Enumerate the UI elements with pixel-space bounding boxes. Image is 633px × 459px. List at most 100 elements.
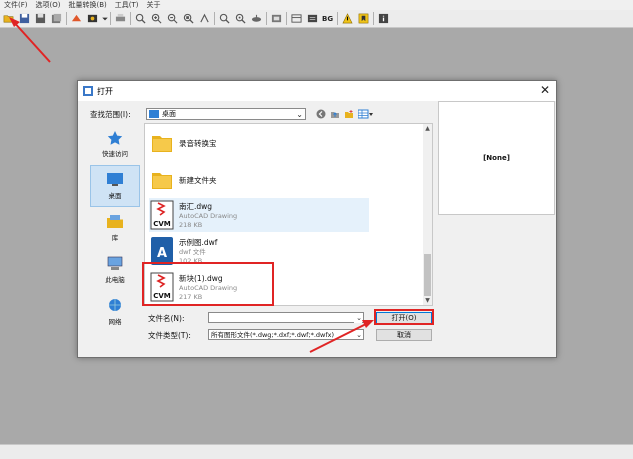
layers-icon[interactable] xyxy=(270,13,282,25)
place-network[interactable]: 网络 xyxy=(90,291,140,333)
scroll-down-icon[interactable]: ▼ xyxy=(423,296,432,305)
filename-label: 文件名(N): xyxy=(148,314,185,323)
zoom-in-icon[interactable] xyxy=(150,13,162,25)
file-name: 示例图.dwf xyxy=(179,237,218,247)
desktop-icon xyxy=(107,173,123,186)
place-libraries[interactable]: 库 xyxy=(90,207,140,249)
desktop-icon xyxy=(149,110,159,118)
cancel-button[interactable]: 取消 xyxy=(376,329,432,341)
toolbar-separator xyxy=(373,12,375,25)
app-icon xyxy=(83,86,93,96)
info-icon[interactable] xyxy=(377,13,389,25)
scroll-thumb[interactable] xyxy=(424,254,431,296)
vertical-scrollbar[interactable]: ▲ ▼ xyxy=(423,124,432,305)
menu-options[interactable]: 选项(O) xyxy=(32,0,65,10)
status-bar xyxy=(0,444,633,459)
toolbar-separator xyxy=(266,12,267,25)
star-icon xyxy=(107,131,123,145)
look-in-row: 查找范围(I): 桌面 ⌄ xyxy=(90,108,378,120)
close-icon[interactable]: ✕ xyxy=(540,84,550,96)
place-this-pc[interactable]: 此电脑 xyxy=(90,249,140,291)
open-file-dialog: 打开 ✕ 查找范围(I): 桌面 ⌄ 快速访问 桌面 库 此电脑 网络 录音转换… xyxy=(77,80,557,358)
look-in-combo[interactable]: 桌面 ⌄ xyxy=(146,108,306,120)
preview-pane: [None] xyxy=(438,101,555,215)
list-item[interactable]: CVM 南汇.dwg AutoCAD Drawing 218 KB xyxy=(149,198,369,232)
file-name: 新建文件夹 xyxy=(179,175,217,185)
warning-icon[interactable] xyxy=(341,13,353,25)
place-label: 桌面 xyxy=(108,192,122,200)
export-icon[interactable] xyxy=(50,13,62,25)
chevron-down-icon[interactable]: ⌄ xyxy=(354,313,362,323)
menu-batch-convert[interactable]: 批量转换(B) xyxy=(64,0,110,10)
chevron-down-icon[interactable]: ⌄ xyxy=(354,330,362,339)
chevron-down-icon: ⌄ xyxy=(296,110,303,119)
file-name: 录音转换宝 xyxy=(179,138,217,148)
pan-icon[interactable] xyxy=(198,13,210,25)
toolbar-separator xyxy=(66,12,67,25)
folder-icon xyxy=(152,173,172,189)
computer-icon xyxy=(107,256,123,270)
filetype-value: 所有图形文件(*.dwg;*.dxf;*.dwf;*.dwfx) xyxy=(211,331,335,339)
filetype-select[interactable]: 所有图形文件(*.dwg;*.dxf;*.dwf;*.dwfx) ⌄ xyxy=(208,329,364,340)
save-icon[interactable] xyxy=(18,13,30,25)
bookmark-icon[interactable] xyxy=(357,13,369,25)
dialog-title-bar: 打开 ✕ xyxy=(78,81,556,101)
rotate-icon[interactable] xyxy=(250,13,262,25)
back-icon[interactable] xyxy=(316,109,326,119)
menu-tools[interactable]: 工具(T) xyxy=(111,0,143,10)
up-folder-icon[interactable] xyxy=(330,109,340,119)
file-size: 218 KB xyxy=(179,220,203,229)
list-item[interactable]: 新建文件夹 xyxy=(149,163,369,197)
toolbar-separator xyxy=(337,12,339,25)
place-label: 网络 xyxy=(108,318,122,326)
toolbar: BG xyxy=(0,10,633,28)
convert-icon[interactable] xyxy=(70,13,82,25)
batch-icon[interactable] xyxy=(86,13,98,25)
place-quick-access[interactable]: 快速访问 xyxy=(90,123,140,165)
toolbar-separator xyxy=(130,12,131,25)
place-desktop[interactable]: 桌面 xyxy=(90,165,140,207)
annotation-box-open xyxy=(374,309,434,325)
filetype-label: 文件类型(T): xyxy=(148,331,191,340)
toolbar-separator xyxy=(286,12,287,25)
place-label: 库 xyxy=(111,234,119,242)
file-name: 南汇.dwg xyxy=(179,201,213,211)
library-icon xyxy=(107,215,123,228)
folder-icon xyxy=(152,136,172,152)
place-label: 快速访问 xyxy=(102,150,128,158)
open-folder-icon[interactable] xyxy=(2,13,14,25)
scroll-up-icon[interactable]: ▲ xyxy=(423,124,432,133)
menu-file[interactable]: 文件(F) xyxy=(0,0,32,10)
save-as-icon[interactable] xyxy=(34,13,46,25)
network-icon xyxy=(109,299,121,311)
zoom-previous-icon[interactable] xyxy=(218,13,230,25)
places-bar: 快速访问 桌面 库 此电脑 网络 xyxy=(90,123,140,326)
background-color-button[interactable]: BG xyxy=(322,15,333,23)
dwg-file-icon: CVM xyxy=(150,200,174,230)
zoom-out-icon[interactable] xyxy=(166,13,178,25)
view-menu-icon[interactable] xyxy=(358,109,374,119)
nav-toolbar xyxy=(316,109,378,119)
menu-bar: 文件(F) 选项(O) 批量转换(B) 工具(T) 关于 xyxy=(0,0,633,10)
toolbar-separator xyxy=(110,12,111,25)
file-type: dwf 文件 xyxy=(179,247,206,256)
dropdown-arrow-icon[interactable] xyxy=(102,13,108,25)
display-mode-icon[interactable] xyxy=(306,13,318,25)
place-label: 此电脑 xyxy=(105,276,125,284)
list-item[interactable]: 录音转换宝 xyxy=(149,126,369,160)
toolbar-separator xyxy=(214,12,215,25)
preview-text: [None] xyxy=(483,154,510,162)
filename-input[interactable]: ⌄ xyxy=(208,312,364,323)
menu-about[interactable]: 关于 xyxy=(143,0,165,10)
look-in-label: 查找范围(I): xyxy=(90,109,131,119)
zoom-extents-icon[interactable] xyxy=(182,13,194,25)
new-folder-icon[interactable] xyxy=(344,109,354,119)
layouts-icon[interactable] xyxy=(290,13,302,25)
look-in-value: 桌面 xyxy=(162,110,176,118)
file-type: AutoCAD Drawing xyxy=(179,211,238,220)
print-icon[interactable] xyxy=(114,13,126,25)
zoom-window-icon[interactable] xyxy=(134,13,146,25)
annotation-box-file xyxy=(142,262,274,306)
zoom-realtime-icon[interactable] xyxy=(234,13,246,25)
svg-text:A: A xyxy=(157,246,167,261)
